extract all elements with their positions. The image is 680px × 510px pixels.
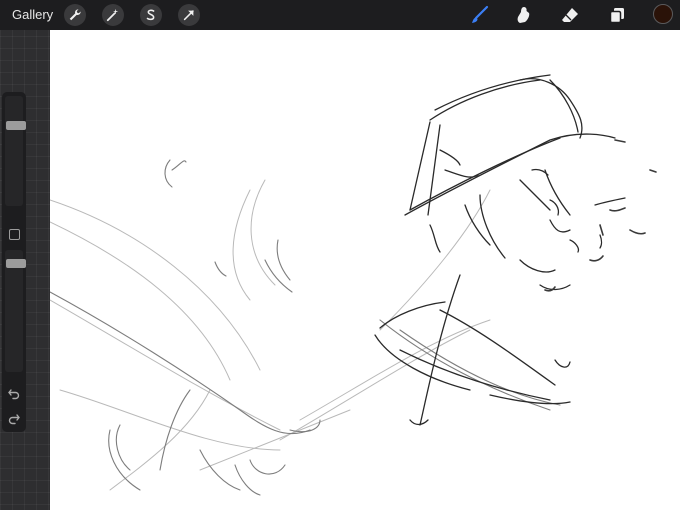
brush-icon[interactable] [468, 3, 492, 27]
layers-icon[interactable] [605, 3, 629, 27]
brush-size-thumb[interactable] [6, 121, 26, 131]
brush-size-slider[interactable] [5, 96, 26, 206]
eraser-icon[interactable] [558, 3, 582, 27]
top-toolbar: Gallery [0, 0, 680, 30]
transform-arrow-icon[interactable] [178, 4, 200, 26]
opacity-thumb[interactable] [6, 259, 26, 269]
opacity-slider[interactable] [5, 250, 26, 372]
redo-icon[interactable] [6, 410, 22, 426]
color-picker-swatch[interactable] [653, 4, 673, 24]
drawing-canvas[interactable] [50, 30, 680, 510]
actions-wrench-icon[interactable] [64, 4, 86, 26]
smudge-icon[interactable] [512, 3, 536, 27]
left-sidebar [2, 92, 26, 432]
procreate-app: Gallery [0, 0, 680, 510]
sketch-drawing [50, 74, 657, 496]
selection-icon[interactable] [140, 4, 162, 26]
undo-icon[interactable] [6, 385, 22, 401]
adjustments-wand-icon[interactable] [102, 4, 124, 26]
gallery-button[interactable]: Gallery [12, 7, 53, 22]
modify-square-icon[interactable] [9, 229, 20, 240]
